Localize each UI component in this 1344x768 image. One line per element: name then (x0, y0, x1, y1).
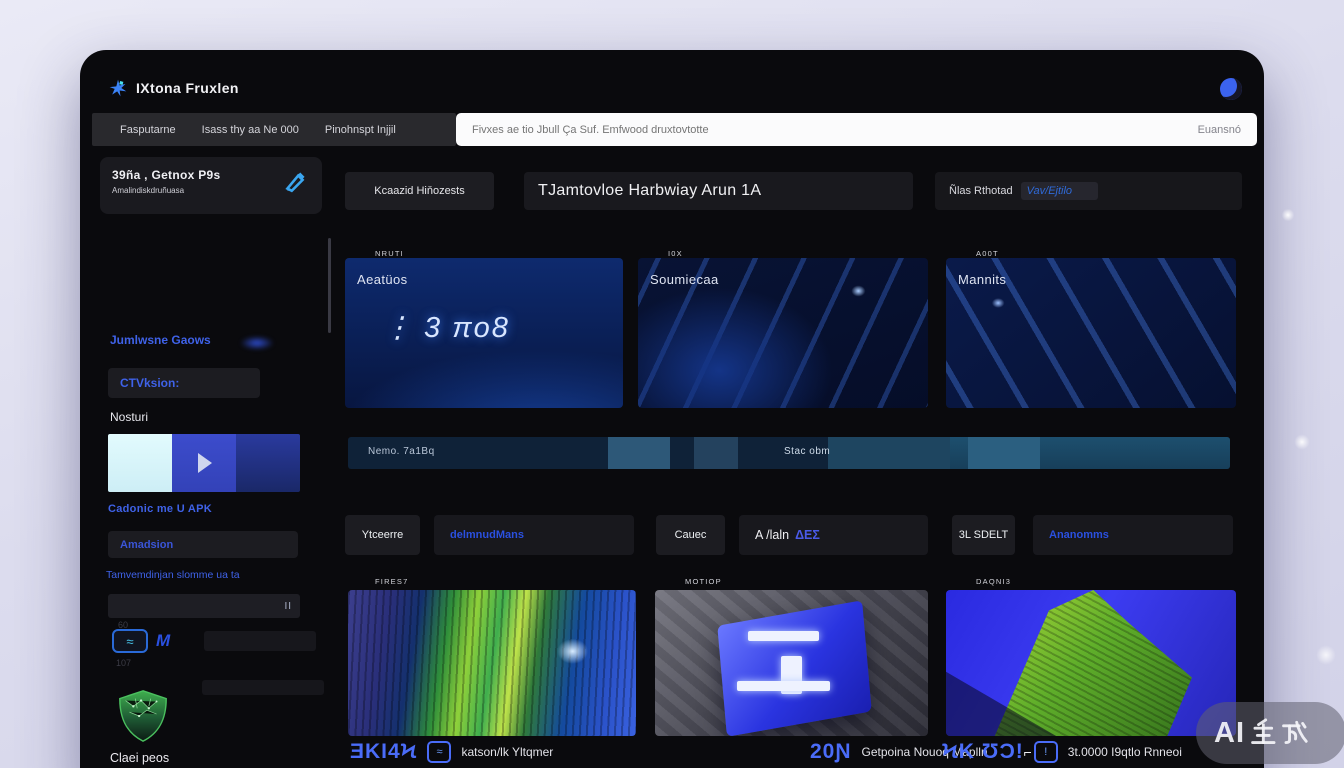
clear-label: Claei peos (110, 751, 169, 765)
filter-value-1[interactable]: delmnudMans (434, 515, 634, 555)
section-label: Nosturi (110, 410, 148, 424)
filter-value-main: A /laln (755, 528, 789, 542)
card-title: Aeatüos (357, 272, 408, 287)
filter-label-2[interactable]: Cauec (656, 515, 725, 555)
header-right-label: Ñlas Rthotad (949, 185, 1013, 197)
card-overlay-text: ⋮ 3 πo8 (383, 310, 510, 345)
progress-segment (828, 437, 950, 469)
app-title: IXtona Fruxlen (136, 80, 239, 96)
stat-value: ϞK ƱƆ! (942, 740, 1024, 764)
title-field[interactable]: TJamtovloe Harbwiay Arun 1A (524, 172, 913, 210)
tab-1[interactable]: Fasputarne (120, 124, 176, 136)
color-swatch-strip[interactable] (108, 434, 300, 492)
stat-alert-icon: ! (1034, 741, 1058, 763)
filter-label-3[interactable]: 3L SDELT (952, 515, 1015, 555)
card-tag: A00T (976, 249, 999, 258)
progress-status: Stac obm (784, 446, 830, 457)
filter-value-accent: ΔΕΣ (795, 528, 820, 542)
sidebar-blank-field-2[interactable] (202, 680, 324, 695)
card-title: Soumiecaa (650, 272, 719, 287)
stat-label: katson/lk Yltqmer (461, 745, 553, 759)
transmission-link[interactable]: Tamvemdinjan slomme ua ta (106, 569, 240, 581)
stat-wave-icon: ≈ (427, 741, 451, 763)
progress-segment (608, 437, 670, 469)
sidebar-slider[interactable]: II (108, 594, 300, 618)
sidebar-icon-row: ≈ M (112, 628, 170, 654)
card-tag: Daqni3 (976, 577, 1011, 586)
play-icon (198, 453, 212, 473)
media-card[interactable] (946, 590, 1236, 736)
filter-label-1[interactable]: Ytceerre (345, 515, 420, 555)
media-card[interactable]: Aeatüos ⋮ 3 πo8 (345, 258, 623, 408)
sidebar-scrollbar[interactable] (328, 238, 331, 333)
swatch-light[interactable] (108, 434, 172, 492)
media-card[interactable] (348, 590, 636, 736)
card-tag: Fires7 (375, 577, 408, 586)
faint-value-bottom: 107 (116, 658, 131, 668)
ai-watermark-badge: AI (1196, 702, 1344, 764)
user-name: 39ña , Getnox P9s (112, 168, 310, 182)
security-shield-icon (114, 687, 172, 745)
cube-glyph (748, 631, 819, 641)
swatch-dark[interactable] (236, 434, 300, 492)
cube-glyph (737, 681, 830, 691)
sidebar: 39ña , Getnox P9s Amalindiskdruñuasa Jum… (92, 150, 332, 768)
palette-caption[interactable]: Cadonic me U APK (108, 503, 212, 515)
stat-label: 3t.0000 I9qtlo Rnneoi (1068, 745, 1182, 759)
progress-bar[interactable]: Nemo. 7a1Bq Stac obm (348, 437, 1230, 469)
header-right-link[interactable]: Vav/Ejtilo (1021, 182, 1098, 200)
promo-link[interactable]: Jumlwsne Gaows (110, 333, 211, 347)
edit-pen-icon[interactable] (282, 168, 308, 194)
app-logo-icon (108, 78, 128, 98)
amadsion-box[interactable]: Amadsion (108, 531, 298, 558)
progress-segment (694, 437, 738, 469)
promo-glow (240, 336, 274, 350)
stat-value: ƎKI4Ϟ (350, 740, 417, 764)
stat-value: 20Ɲ (810, 740, 852, 764)
main-content: Kcaazid Hiňozests TJamtovloe Harbwiay Ar… (345, 50, 1260, 768)
version-box[interactable]: CTVksion: (108, 368, 260, 398)
media-card[interactable] (655, 590, 928, 736)
wave-icon[interactable]: ≈ (112, 629, 148, 653)
filter-button[interactable]: Kcaazid Hiňozests (345, 172, 494, 210)
media-card[interactable]: Mannits (946, 258, 1236, 408)
metric-m-glyph: M (156, 631, 170, 651)
swatch-play[interactable] (172, 434, 236, 492)
card-tag: I0X (668, 249, 683, 258)
filter-value-text: Ananomms (1049, 529, 1109, 541)
app-window: IXtona Fruxlen Fasputarne Isass thy aa N… (80, 50, 1264, 768)
card-title: Mannits (958, 272, 1006, 287)
stat-item: ƎKI4Ϟ ≈ katson/lk Yltqmer (350, 740, 553, 764)
progress-label: Nemo. 7a1Bq (368, 446, 435, 457)
tab-2[interactable]: Isass thy aa Ne 000 (202, 124, 299, 136)
filter-value-2[interactable]: A /laln ΔΕΣ (739, 515, 928, 555)
sidebar-blank-field-1[interactable] (204, 631, 316, 651)
media-card[interactable]: Soumiecaa (638, 258, 928, 408)
progress-fill-highlight (968, 437, 1040, 469)
filter-value-text: delmnudMans (450, 529, 524, 541)
card-tag: Motiop (685, 577, 722, 586)
header-right-box: Ñlas Rthotad Vav/Ejtilo (935, 172, 1242, 210)
user-subtitle: Amalindiskdruñuasa (112, 186, 310, 195)
card-tag: NRUTI (375, 249, 404, 258)
watermark-kanji-icon (1249, 717, 1311, 749)
stat-item: ϞK ƱƆ! ! 3t.0000 I9qtlo Rnneoi (942, 740, 1182, 764)
slider-handle[interactable]: II (284, 601, 292, 612)
filter-value-3[interactable]: Ananomms (1033, 515, 1233, 555)
watermark-latin-text: AI (1214, 717, 1245, 750)
